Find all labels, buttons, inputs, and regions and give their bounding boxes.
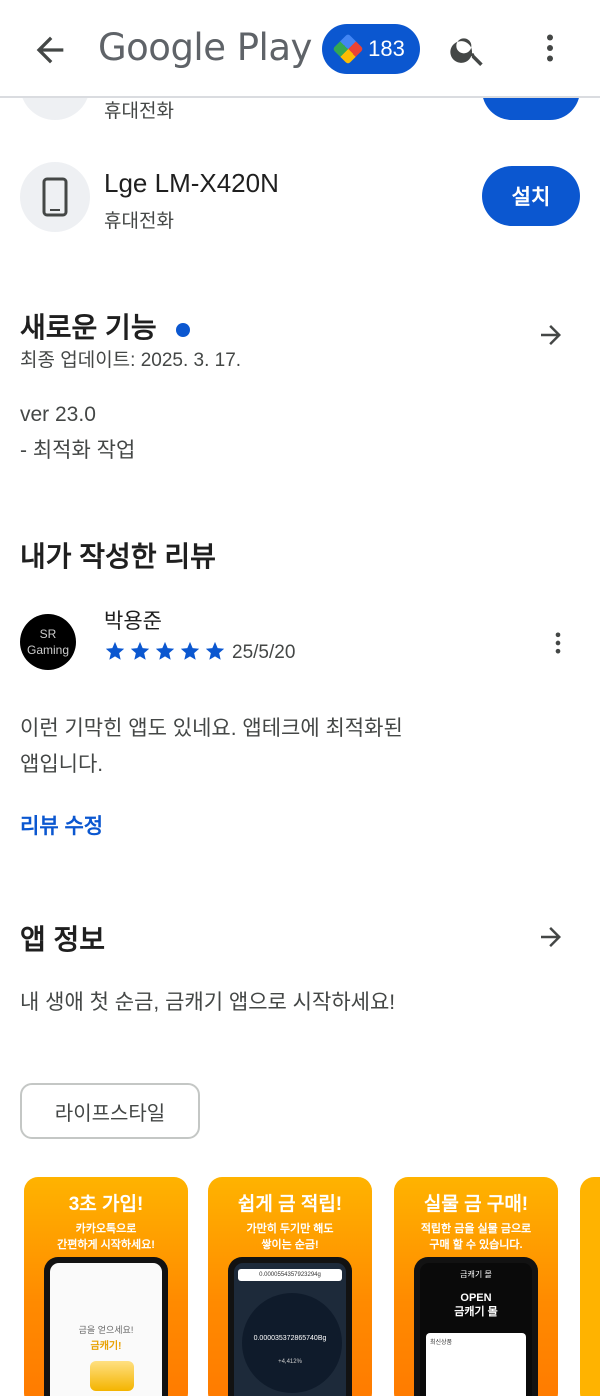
avatar-line1: SR [39, 627, 57, 641]
screen-bar: 0.0000554357923294g [238, 1269, 342, 1281]
device-row: Lge LM-X420N 휴대전화 설치 [0, 162, 600, 274]
screenshot-3[interactable]: 실물 금 구매! 적립한 금을 실물 금으로 구매 할 수 있습니다. 금캐기 … [394, 1177, 558, 1396]
screen-brand: 금캐기! [90, 1341, 122, 1352]
screenshot-sub1: 가만히 두기만 해도 [246, 1223, 334, 1235]
screenshot-1[interactable]: 3초 가입! 카카오톡으로 간편하게 시작하세요! 금을 얻으세요! 금캐기! [24, 1177, 188, 1396]
new-indicator-dot [176, 322, 191, 337]
google-play-logo: Google Play [98, 26, 312, 69]
category-chip[interactable]: 라이프스타일 [20, 1083, 200, 1139]
phone-icon [20, 162, 90, 232]
more-options-icon[interactable] [532, 28, 568, 68]
screen-text: 금을 얻으세요! [78, 1325, 134, 1335]
arrow-right-icon[interactable] [534, 922, 568, 952]
star-icon [130, 641, 150, 660]
screenshot-headline: 실물 금 구매! [423, 1194, 529, 1215]
phone-screen: 0.0000554357923294g 0.000035372865740Bg … [234, 1263, 346, 1396]
screenshot-headline: 3초 가입! [68, 1194, 144, 1215]
review-date: 25/5/20 [232, 642, 296, 663]
phone-mockup: 금캐기 몰 OPEN 금캐기 몰 최신상품 [414, 1257, 538, 1396]
phone-mockup: 금을 얻으세요! 금캐기! [44, 1257, 168, 1396]
screen-sub: +4,412% [278, 1359, 302, 1365]
gold-circle [242, 1293, 342, 1393]
star-icon [105, 641, 125, 660]
gold-bars-image [90, 1361, 134, 1391]
update-note: - 최적화 작업 [20, 439, 136, 462]
last-updated: 최종 업데이트: 2025. 3. 17. [20, 350, 242, 371]
screenshot-headline: 쉽게 금 적립! [237, 1194, 343, 1215]
back-arrow-icon[interactable] [30, 30, 70, 70]
screenshot-sub1: 적립한 금을 실물 금으로 [420, 1223, 532, 1235]
phone-screen: 금을 얻으세요! 금캐기! [50, 1263, 162, 1396]
install-button[interactable]: 설치 [482, 166, 580, 226]
screen-open: OPEN 금캐기 몰 [420, 1291, 532, 1319]
star-icon [205, 641, 225, 660]
device-name: Lge LM-X420N [104, 168, 279, 198]
screenshot-subtext: 카카오톡으로 간편하게 시작하세요! [24, 1221, 188, 1253]
play-points-button[interactable]: 183 [322, 24, 420, 74]
star-icon [180, 641, 200, 660]
phone-screen: 금캐기 몰 OPEN 금캐기 몰 최신상품 [420, 1263, 532, 1396]
rating-stars [104, 640, 226, 662]
screen-open-line2: 금캐기 몰 [454, 1306, 498, 1318]
avatar: SR Gaming [20, 614, 76, 670]
screen-label: 최신상품 [430, 1340, 453, 1346]
review-text-line1: 이런 기막힌 앱도 있네요. 앱테크에 최적화된 [20, 717, 403, 740]
screenshot-sub2: 쌓이는 순금! [261, 1239, 319, 1251]
top-app-bar: Google Play 183 [0, 0, 600, 98]
search-icon[interactable] [448, 30, 488, 70]
whats-new-title-text: 새로운 기능 [20, 312, 157, 343]
review-text-line2: 앱입니다. [20, 753, 104, 776]
screen-open-line1: OPEN [460, 1292, 492, 1304]
screenshot-sub2: 구매 할 수 있습니다. [429, 1239, 523, 1251]
whats-new-title[interactable]: 새로운 기능 [20, 306, 191, 346]
screenshot-subtext: 가만히 두기만 해도 쌓이는 순금! [208, 1221, 372, 1253]
play-points-count: 183 [368, 36, 405, 61]
play-points-icon [332, 33, 364, 65]
my-review-title: 내가 작성한 리뷰 [20, 541, 216, 572]
app-description: 내 생애 첫 순금, 금캐기 앱으로 시작하세요! [20, 991, 396, 1014]
screenshot-sub2: 간편하게 시작하세요! [57, 1239, 155, 1251]
avatar-line2: Gaming [26, 643, 70, 657]
app-info-title[interactable]: 앱 정보 [20, 918, 105, 958]
screenshot-subtext: 적립한 금을 실물 금으로 구매 할 수 있습니다. [394, 1221, 558, 1253]
screenshot-2[interactable]: 쉽게 금 적립! 가만히 두기만 해도 쌓이는 순금! 0.0000554357… [208, 1177, 372, 1396]
arrow-right-icon[interactable] [534, 320, 568, 350]
review-more-icon[interactable] [544, 625, 572, 661]
screen-top: 금캐기 몰 [460, 1270, 492, 1279]
device-type: 휴대전화 [104, 101, 174, 122]
screenshot-sub1: 카카오톡으로 [75, 1223, 137, 1235]
star-icon [155, 641, 175, 660]
phone-mockup: 0.0000554357923294g 0.000035372865740Bg … [228, 1257, 352, 1396]
screenshot-4-partial[interactable] [580, 1177, 600, 1396]
reviewer-name: 박용준 [104, 610, 162, 633]
device-type: 휴대전화 [104, 211, 174, 232]
edit-review-link[interactable]: 리뷰 수정 [20, 810, 103, 840]
screen-value: 0.000035372865740Bg [253, 1335, 327, 1342]
version-text: ver 23.0 [20, 403, 96, 426]
